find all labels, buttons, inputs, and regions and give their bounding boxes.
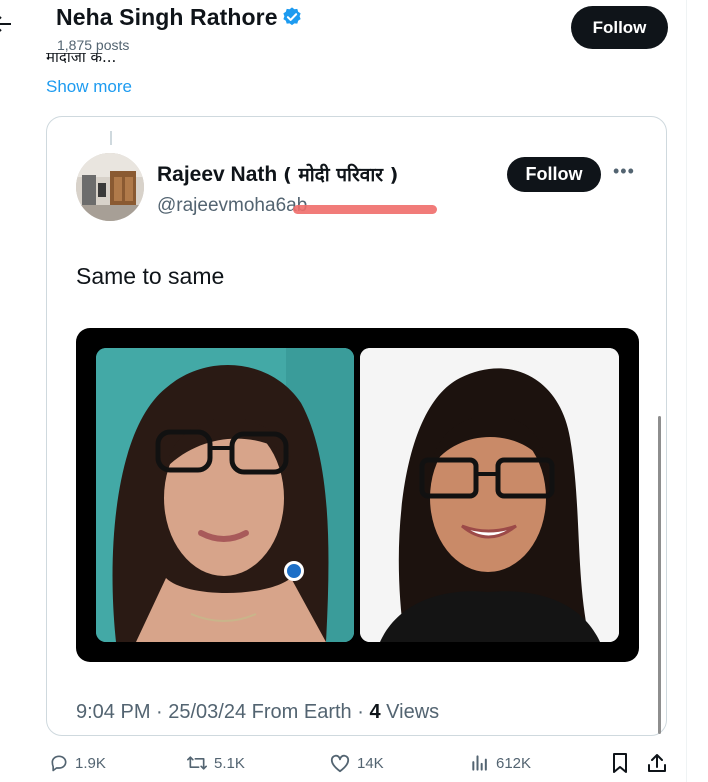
post-count: 1,875 posts [57, 37, 130, 53]
media-indicator-dot [284, 561, 304, 581]
post-media[interactable] [76, 328, 639, 662]
verified-badge-icon [282, 7, 301, 26]
quoted-post-card[interactable]: Rajeev Nath ( मोदी परिवार ) @rajeevmoha6… [46, 116, 667, 736]
reply-icon [51, 755, 67, 772]
post-action-bar: 1.9K 5.1K 14K 612K [0, 748, 686, 778]
profile-name: Neha Singh Rathore [56, 4, 303, 31]
bookmark-icon [613, 753, 627, 773]
quoted-post-time[interactable]: 9:04 PM · 25/03/24 From Earth · [76, 701, 369, 723]
repost-button[interactable]: 5.1K [186, 748, 245, 778]
back-arrow-icon[interactable] [0, 14, 12, 34]
portrait-right-image [360, 348, 619, 642]
quoted-follow-button[interactable]: Follow [507, 157, 601, 192]
quoted-author-name-text: Rajeev Nath [157, 163, 278, 186]
more-icon[interactable]: ••• [613, 161, 635, 182]
media-photo-left [96, 348, 354, 642]
post-text-clipped-value: मोदीजी के... [46, 53, 117, 66]
share-button[interactable] [646, 748, 674, 778]
profile-name-text: Neha Singh Rathore [56, 4, 278, 30]
like-count: 14K [357, 754, 384, 772]
redaction-mark [293, 205, 437, 214]
follow-button[interactable]: Follow [571, 6, 668, 49]
quoted-views-label: Views [380, 701, 440, 723]
portrait-left-image [96, 348, 354, 642]
reply-count: 1.9K [75, 754, 106, 772]
quoted-author-handle[interactable]: @rajeevmoha6ab [157, 195, 307, 217]
reply-button[interactable]: 1.9K [49, 748, 106, 778]
avatar-image [76, 153, 144, 221]
show-more-link[interactable]: Show more [46, 77, 132, 97]
like-icon [330, 754, 350, 773]
column-divider [686, 0, 687, 782]
quoted-author-name-suffix: ( मोदी परिवार ) [283, 164, 399, 186]
scrollbar-thumb[interactable] [658, 416, 661, 734]
quoted-post-text: Same to same [76, 263, 225, 289]
post-text-clipped: मोदीजी के... [46, 53, 116, 70]
thread-line [110, 131, 112, 145]
quoted-post-meta: 9:04 PM · 25/03/24 From Earth · 4 Views [76, 701, 439, 724]
like-button[interactable]: 14K [329, 748, 384, 778]
views-count: 612K [496, 754, 532, 772]
quoted-author-name[interactable]: Rajeev Nath ( मोदी परिवार ) [157, 161, 398, 187]
quoted-views-count: 4 [369, 701, 381, 723]
avatar[interactable] [76, 153, 144, 221]
media-photo-right [360, 348, 619, 642]
share-icon [648, 754, 666, 772]
repost-icon [186, 756, 207, 770]
views-icon [472, 755, 487, 771]
views-button[interactable]: 612K [470, 748, 531, 778]
repost-count: 5.1K [214, 754, 245, 772]
bookmark-button[interactable] [610, 748, 636, 778]
